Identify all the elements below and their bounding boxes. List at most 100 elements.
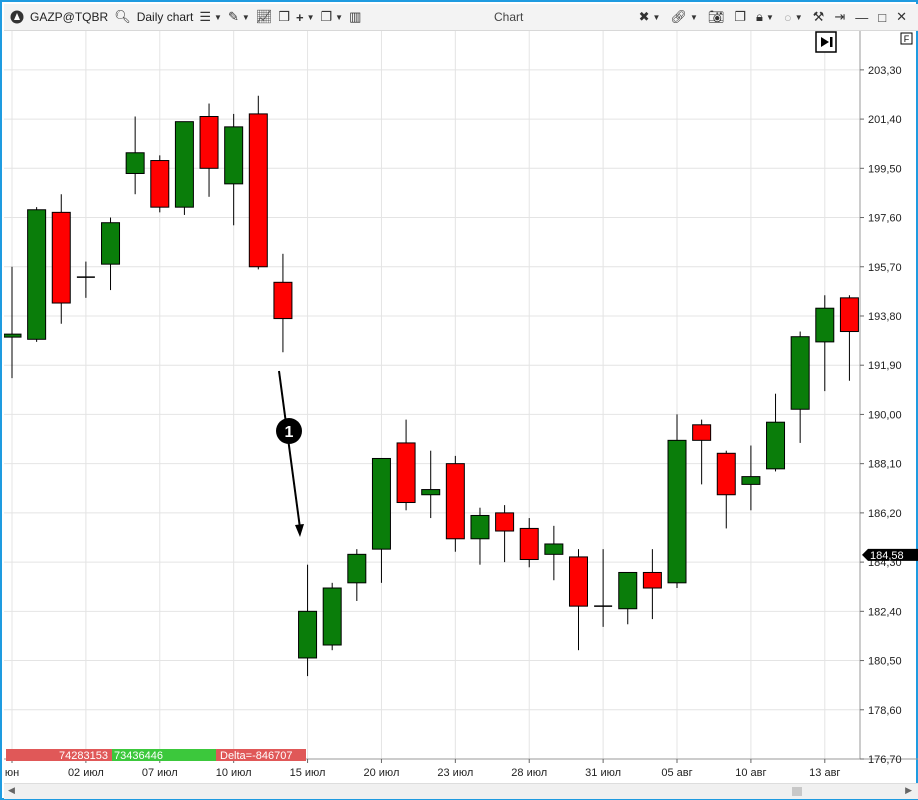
candles xyxy=(4,95,859,677)
time-tick-label: 05 авг xyxy=(661,767,692,779)
price-tick-label: 186,20 xyxy=(868,508,902,520)
link-icon[interactable]: 🔗︎ ▼ xyxy=(667,4,700,30)
time-tick-label: юн xyxy=(5,767,19,779)
candle-down xyxy=(519,527,539,561)
annotation-label: 1 xyxy=(285,424,294,441)
time-tick-label: 28 июл xyxy=(511,767,547,779)
candle-down xyxy=(692,424,712,441)
candle-down xyxy=(396,442,416,504)
time-tick-label: 31 июл xyxy=(585,767,621,779)
candle-up xyxy=(790,336,810,410)
chevron-down-icon: ▼ xyxy=(794,12,803,22)
candle-up xyxy=(766,421,786,470)
candle-up xyxy=(4,333,22,338)
candle-up xyxy=(371,457,391,550)
candle-up xyxy=(618,571,638,610)
scroll-left-icon[interactable]: ◀ xyxy=(8,785,15,796)
candle-down xyxy=(642,571,662,589)
layout-icon[interactable]: ❐ ▼ xyxy=(317,4,346,30)
candle-down xyxy=(51,211,71,304)
candle-down xyxy=(150,160,170,208)
settings-tools-icon[interactable]: ⚒ xyxy=(810,4,828,30)
close-icon[interactable]: ✕ xyxy=(893,4,910,30)
chevron-down-icon: ▼ xyxy=(689,12,698,22)
current-price-tag: 184,58 xyxy=(862,548,918,562)
candle-down xyxy=(248,113,268,268)
candle-up xyxy=(815,307,835,343)
candle-up xyxy=(174,121,194,208)
chevron-down-icon: ▼ xyxy=(214,12,222,22)
chart-window: GAZP@TQBR 🔍︎ Daily chart ☰ ▼ ✎ ▼ 📈︎ ❒ + ▼ ❐… xyxy=(0,0,918,800)
time-axis: юн 02 июл 07 июл 10 июл 15 июл 20 июл 23 июл 28… xyxy=(5,759,840,779)
price-tick-label: 176,70 xyxy=(868,754,902,766)
candle-down xyxy=(495,512,515,532)
book-icon[interactable]: ▥ xyxy=(346,4,364,30)
candle-down xyxy=(839,297,859,333)
minimize-icon[interactable]: — xyxy=(852,4,871,30)
symbol-label[interactable]: GAZP@TQBR xyxy=(27,4,111,30)
candle-down xyxy=(716,452,736,496)
time-tick-label: 10 июл xyxy=(216,767,252,779)
candle-down xyxy=(568,556,588,607)
candle-down xyxy=(445,463,465,540)
chart-toolbar: GAZP@TQBR 🔍︎ Daily chart ☰ ▼ ✎ ▼ 📈︎ ❒ + ▼ ❐… xyxy=(4,4,918,31)
price-tick-label: 199,50 xyxy=(868,163,902,175)
chevron-down-icon: ▼ xyxy=(306,12,315,22)
copy-icon[interactable]: ❐ xyxy=(731,4,749,30)
time-tick-label: 23 июл xyxy=(437,767,473,779)
chevron-down-icon: ▼ xyxy=(652,12,661,22)
candle-up xyxy=(322,587,342,646)
chevron-down-icon: ▼ xyxy=(335,12,344,22)
maximize-icon[interactable]: □ xyxy=(875,4,889,30)
draw-pen-icon[interactable]: ✎ ▼ xyxy=(225,4,253,30)
candlestick-chart[interactable]: 203,30 201,40 199,50 197,60 195,70 193,80 191,… xyxy=(4,31,918,783)
price-tick-label: 193,80 xyxy=(868,311,902,323)
template-icon[interactable]: ❒ xyxy=(275,4,293,30)
scroll-right-icon[interactable]: ▶ xyxy=(905,785,912,796)
camera-icon[interactable]: 📷︎ xyxy=(705,4,728,30)
search-icon[interactable]: 🔍︎ xyxy=(111,4,134,30)
delta-mid-value: 73436446 xyxy=(114,750,163,762)
delta-bar: 74283153 73436446 Delta=-846707 xyxy=(6,749,306,762)
candle-up xyxy=(101,222,121,265)
candle-up xyxy=(298,610,318,659)
scrollbar-thumb[interactable] xyxy=(792,787,802,796)
price-tick-label: 182,40 xyxy=(868,606,902,618)
candle-up xyxy=(347,553,367,584)
candle-up xyxy=(544,543,564,555)
lock-icon[interactable]: 🔒︎ ▼ xyxy=(753,4,777,30)
candle-up xyxy=(470,514,490,540)
price-tick-label: 201,40 xyxy=(868,114,902,126)
candle-up xyxy=(741,476,761,485)
time-tick-label: 07 июл xyxy=(142,767,178,779)
pin-icon[interactable]: ⇥ xyxy=(831,4,848,30)
timeframe-label[interactable]: Daily chart xyxy=(134,4,197,30)
candle-up xyxy=(667,439,687,584)
indicators-icon[interactable]: 📈︎ xyxy=(253,4,276,30)
price-tick-label: 203,30 xyxy=(868,65,902,77)
tools-icon[interactable]: ✖ ▼ xyxy=(636,4,664,30)
chart-format-button[interactable]: F xyxy=(900,32,913,45)
go-to-end-button[interactable] xyxy=(815,31,837,53)
chart-type-icon[interactable]: ☰ ▼ xyxy=(196,4,225,30)
crosshair-icon[interactable]: + ▼ xyxy=(293,4,318,30)
time-tick-label: 20 июл xyxy=(364,767,400,779)
delta-right-value: Delta=-846707 xyxy=(220,750,292,762)
price-tick-label: 195,70 xyxy=(868,262,902,274)
svg-text:F: F xyxy=(904,34,910,44)
color-circle-icon[interactable]: ○ ▼ xyxy=(781,4,806,30)
price-tick-label: 180,50 xyxy=(868,656,902,668)
price-tick-label: 188,10 xyxy=(868,459,902,471)
chevron-down-icon: ▼ xyxy=(241,12,250,22)
candle-up xyxy=(27,209,47,340)
time-tick-label: 02 июл xyxy=(68,767,104,779)
price-tick-label: 197,60 xyxy=(868,213,902,225)
time-tick-label: 15 июл xyxy=(290,767,326,779)
time-tick-label: 10 авг xyxy=(735,767,766,779)
candle-down xyxy=(273,281,293,320)
app-logo-icon[interactable] xyxy=(4,4,27,30)
annotation-arrow[interactable]: 1 xyxy=(276,370,304,537)
window-title: Chart xyxy=(494,10,524,24)
delta-left-value: 74283153 xyxy=(59,750,108,762)
horizontal-scrollbar[interactable]: ◀ ▶ xyxy=(4,783,918,799)
